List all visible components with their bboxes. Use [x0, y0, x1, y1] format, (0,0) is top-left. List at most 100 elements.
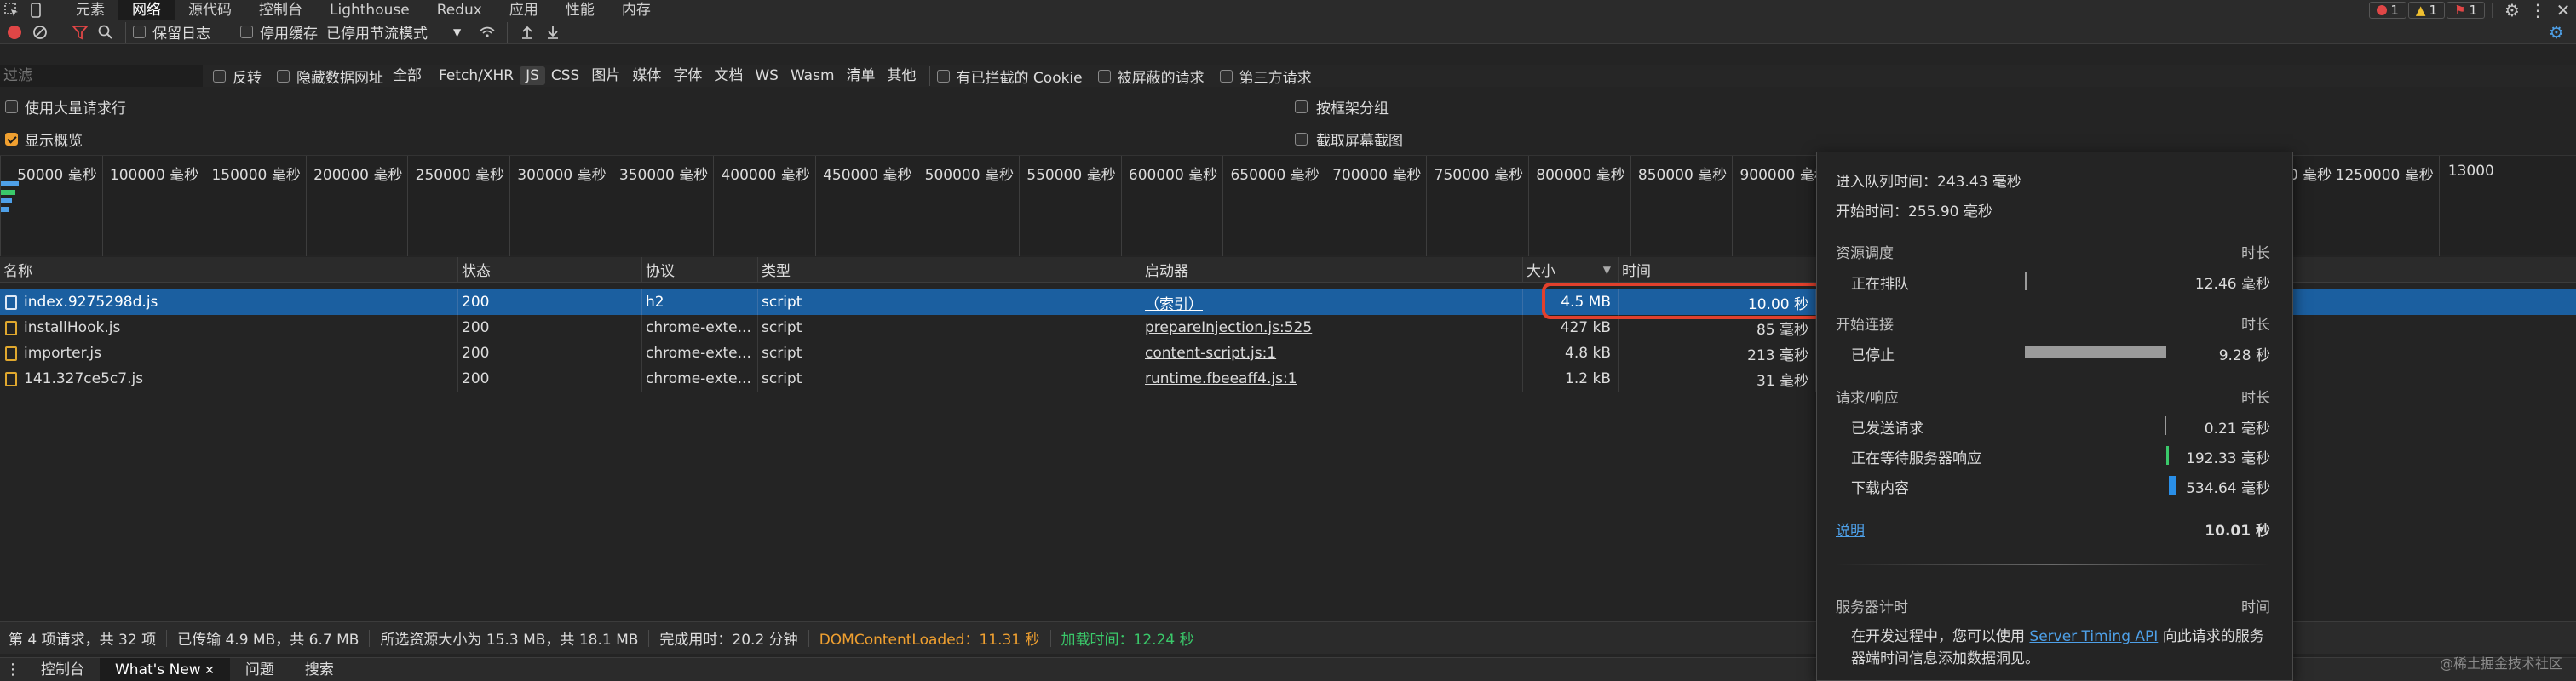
request-sent-label: 已发送请求 — [1851, 421, 1923, 438]
duration-heading-2: 时长 — [2241, 317, 2270, 334]
column-header-type[interactable]: 类型 — [758, 257, 1141, 282]
timeline-tick: 300000 毫秒 — [509, 156, 612, 256]
invert-checkbox[interactable] — [213, 69, 226, 83]
waiting-bar — [2166, 446, 2169, 465]
inspect-element-icon[interactable] — [0, 0, 24, 20]
large-rows-label: 使用大量请求行 — [25, 100, 126, 117]
download-time: 534.64 毫秒 — [2186, 480, 2270, 497]
show-overview-checkbox[interactable] — [5, 132, 18, 146]
panel-tab[interactable]: 网络 — [118, 0, 175, 20]
timeline-tick: 250000 毫秒 — [407, 156, 509, 256]
panel-tab[interactable]: 元素 — [62, 0, 118, 20]
drawer-menu-icon[interactable]: ⋮ — [0, 661, 26, 678]
queueing-bar — [2025, 272, 2027, 290]
column-header-initiator[interactable]: 启动器 — [1141, 257, 1523, 282]
group-by-frame-checkbox[interactable] — [1295, 100, 1308, 113]
type-filter-button[interactable]: Fetch/XHR — [433, 66, 520, 85]
panel-tab[interactable]: 内存 — [608, 0, 664, 20]
drawer-tab[interactable]: 搜索 — [290, 658, 349, 681]
server-timing-api-link[interactable]: Server Timing API — [2029, 628, 2158, 645]
filter-icon[interactable] — [67, 20, 93, 45]
type-filter-button[interactable]: 文档 — [708, 66, 749, 85]
timeline-tick: 450000 毫秒 — [814, 156, 917, 256]
issues-count-badge[interactable]: ⚑ 1 — [2447, 1, 2485, 19]
search-icon[interactable] — [93, 20, 118, 45]
disable-cache-checkbox[interactable] — [240, 26, 253, 38]
script-file-icon — [5, 320, 17, 335]
column-header-protocol[interactable]: 协议 — [642, 257, 758, 282]
column-header-status[interactable]: 状态 — [458, 257, 642, 282]
cell-initiator[interactable]: （索引） — [1141, 289, 1523, 315]
group-by-frame-label: 按框架分组 — [1316, 100, 1389, 117]
cell-initiator[interactable]: prepareInjection.js:525 — [1141, 315, 1523, 340]
sort-descending-icon: ▼ — [1602, 263, 1611, 276]
column-header-size[interactable]: 大小 ▼ — [1523, 257, 1619, 282]
panel-tab[interactable]: 应用 — [496, 0, 552, 20]
filter-input[interactable] — [0, 65, 203, 87]
cell-type: script — [758, 289, 1141, 315]
script-file-icon — [5, 346, 17, 361]
timeline-tick: 750000 毫秒 — [1426, 156, 1528, 256]
blocked-requests-checkbox[interactable] — [1097, 69, 1111, 83]
third-party-checkbox[interactable] — [1219, 69, 1233, 83]
type-filter-button[interactable]: 图片 — [585, 66, 626, 85]
column-header-name[interactable]: 名称 — [0, 257, 458, 282]
import-har-icon[interactable] — [515, 20, 540, 45]
clear-icon[interactable] — [27, 20, 53, 45]
cell-initiator[interactable]: content-script.js:1 — [1141, 340, 1523, 366]
type-filter-button[interactable]: Wasm — [785, 66, 841, 85]
cell-protocol: chrome-exte... — [642, 315, 758, 340]
cell-name: index.9275298d.js — [0, 289, 458, 315]
drawer-tab[interactable]: What's New ✕ — [100, 657, 230, 681]
type-filter-button[interactable]: CSS — [545, 66, 585, 85]
close-icon[interactable]: ✕ — [2550, 0, 2576, 20]
type-filter-button[interactable]: WS — [749, 66, 785, 85]
blocked-requests-label: 被屏蔽的请求 — [1117, 69, 1205, 87]
throttling-select[interactable]: 已停用节流模式 ▼ — [326, 21, 461, 43]
drawer-tab[interactable]: 控制台 — [26, 658, 100, 681]
popup-divider — [1836, 564, 2270, 565]
panel-tab[interactable]: 源代码 — [175, 0, 245, 20]
timeline-tick: 850000 毫秒 — [1630, 156, 1733, 256]
blocked-cookies-label: 有已拦截的 Cookie — [956, 69, 1083, 87]
device-toolbar-icon[interactable] — [24, 0, 48, 20]
type-filter-button[interactable]: JS — [520, 66, 545, 85]
type-filter-button[interactable]: 其他 — [882, 66, 923, 85]
blocked-cookies-checkbox[interactable] — [936, 69, 950, 83]
watermark: @稀土掘金技术社区 — [2439, 655, 2562, 672]
network-toolbar: 保留日志 停用缓存 已停用节流模式 ▼ ⚙ — [0, 20, 2576, 44]
type-filter-button[interactable]: 字体 — [667, 66, 708, 85]
panel-tab[interactable]: 性能 — [552, 0, 608, 20]
cell-status: 200 — [458, 366, 642, 392]
panel-tab[interactable]: Redux — [423, 0, 496, 20]
network-conditions-icon[interactable] — [474, 20, 500, 45]
drawer-tab[interactable]: 问题 — [230, 658, 290, 681]
request-timing-popup: 进入队列时间：243.43 毫秒 开始时间：255.90 毫秒 资源调度 时长 … — [1816, 152, 2293, 681]
queueing-time: 12.46 毫秒 — [2194, 276, 2270, 293]
summary-dom-content-loaded: DOMContentLoaded：11.31 秒 — [819, 632, 1040, 649]
warning-count-badge[interactable]: ▲ 1 — [2407, 1, 2445, 19]
gear-icon[interactable]: ⚙ — [2499, 0, 2525, 20]
export-har-icon[interactable] — [540, 20, 566, 45]
more-options-icon[interactable]: ⋮ — [2525, 0, 2550, 20]
close-tab-icon[interactable]: ✕ — [201, 664, 215, 678]
cell-initiator[interactable]: runtime.fbeeaff4.js:1 — [1141, 366, 1523, 392]
issue-flag-icon: ⚑ — [2454, 2, 2466, 18]
panel-tab[interactable]: 控制台 — [245, 0, 316, 20]
stalled-label: 已停止 — [1851, 347, 1895, 364]
large-rows-checkbox[interactable] — [5, 100, 18, 113]
type-filter-button[interactable]: 全部 — [387, 66, 428, 85]
panel-tab[interactable]: Lighthouse — [316, 0, 423, 20]
type-filter-button[interactable]: 媒体 — [626, 66, 667, 85]
timeline-tick: 500000 毫秒 — [917, 156, 1019, 256]
explanation-link[interactable]: 说明 — [1836, 518, 1865, 540]
network-settings-gear-icon[interactable]: ⚙ — [2544, 20, 2569, 45]
summary-requests: 第 4 项请求，共 32 项 — [9, 632, 157, 649]
preserve-log-checkbox[interactable] — [133, 26, 146, 38]
hide-data-urls-checkbox[interactable] — [277, 69, 290, 83]
record-icon[interactable] — [2, 20, 27, 45]
type-filter-button[interactable]: 清单 — [841, 66, 882, 85]
screenshots-checkbox[interactable] — [1295, 132, 1308, 146]
error-count-badge[interactable]: 1 — [2369, 1, 2406, 19]
error-icon — [2377, 4, 2388, 15]
